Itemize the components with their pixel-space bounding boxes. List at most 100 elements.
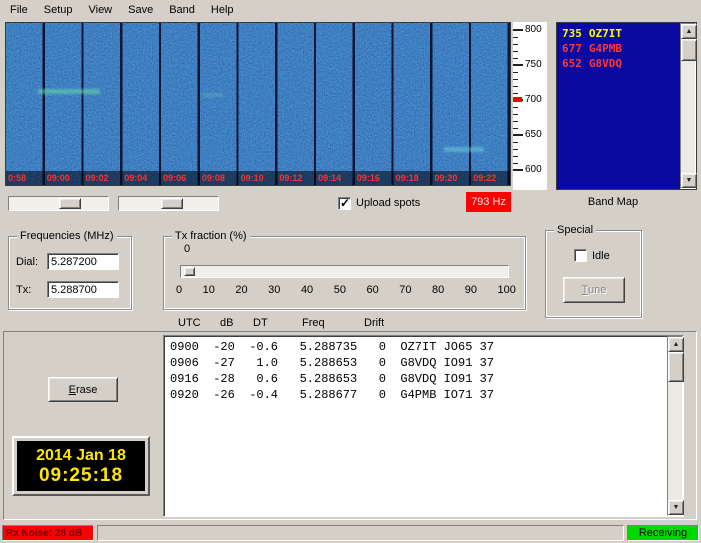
- scale-tick-label: 100: [497, 284, 516, 296]
- tx-fraction-group: Tx fraction (%) 0 0 10 20 30 40 50 60 70: [163, 230, 526, 310]
- decode-freq: 5.288653: [299, 372, 358, 386]
- upload-spots-checkbox[interactable]: [338, 196, 351, 210]
- decode-row[interactable]: 0920 -26 -0.4 5.288677 0 G4PMB IO71 37: [170, 387, 663, 403]
- band-map-panel: 735 OZ7IT 677 G4PMB 652 G8VDQ ▲ ▼: [556, 22, 697, 190]
- scale-label: 700: [513, 94, 547, 106]
- band-map-entry[interactable]: 652 G8VDQ: [562, 56, 676, 71]
- clock-display: 2014 Jan 18 09:25:18: [12, 436, 150, 496]
- scale-label: 800: [513, 24, 547, 36]
- band-map-entry[interactable]: 677 G4PMB: [562, 41, 676, 56]
- decode-utc: 0906: [170, 356, 199, 370]
- status-spacer: [97, 525, 624, 541]
- decode-lines: 0900 -20 -0.6 5.288735 0 OZ7IT JO65 37 0906 -2…: [170, 339, 663, 403]
- band-map-scrollbar[interactable]: ▲ ▼: [680, 23, 697, 189]
- time-label: 09:12: [279, 173, 303, 183]
- decode-dt: 0.6: [256, 372, 278, 386]
- tune-button[interactable]: Tune: [563, 277, 625, 303]
- menu-item[interactable]: Band: [161, 2, 203, 18]
- tx-fraction-value: 0: [184, 243, 191, 255]
- menu-item[interactable]: View: [80, 2, 120, 18]
- frequency-scale: 800 750 700 650 600: [513, 22, 547, 190]
- decode-scrollbar[interactable]: ▲ ▼: [667, 336, 684, 516]
- rx-frequency-marker-icon: [513, 97, 522, 102]
- erase-button[interactable]: Erase: [48, 377, 118, 402]
- time-label: 09:14: [318, 173, 342, 183]
- scrollbar-thumb[interactable]: [668, 352, 684, 382]
- tx-fraction-slider[interactable]: [180, 265, 509, 278]
- band-map-entry-freq: 677: [562, 42, 582, 55]
- decode-message: G8VDQ IO91 37: [400, 356, 495, 370]
- idle-checkbox[interactable]: [574, 249, 587, 262]
- decode-row[interactable]: 0916 -28 0.6 5.288653 0 G8VDQ IO91 37: [170, 371, 663, 387]
- decode-drift: 0: [378, 356, 386, 370]
- menu-item[interactable]: Save: [120, 2, 161, 18]
- time-label: 09:06: [163, 173, 187, 183]
- tx-fraction-group-title: Tx fraction (%): [172, 230, 250, 242]
- time-label: 09:18: [395, 173, 419, 183]
- scale-label: 750: [513, 59, 547, 71]
- decode-utc: 0916: [170, 372, 199, 386]
- scale-labels: 800 750 700 650 600: [513, 22, 547, 190]
- rx-frequency-readout: 793 Hz: [466, 192, 511, 212]
- decode-drift: 0: [378, 388, 386, 402]
- level-meter-left[interactable]: [8, 196, 109, 211]
- decode-utc: 0920: [170, 388, 199, 402]
- tx-fraction-slider-thumb[interactable]: [184, 267, 195, 276]
- upload-spots-control[interactable]: Upload spots: [338, 195, 420, 211]
- arrow-down-icon: ▼: [685, 177, 693, 184]
- scale-tick-label: 40: [300, 284, 314, 296]
- scroll-down-button[interactable]: ▼: [668, 500, 684, 515]
- scale-tick-label: 60: [366, 284, 379, 296]
- frequencies-group-title: Frequencies (MHz): [17, 230, 117, 242]
- dial-frequency-input[interactable]: [47, 253, 119, 270]
- band-map-title: Band Map: [587, 196, 639, 208]
- waterfall-segment-lines: [6, 23, 510, 185]
- scroll-down-button[interactable]: ▼: [681, 173, 697, 188]
- column-header: DT: [253, 317, 268, 329]
- decode-row[interactable]: 0906 -27 1.0 5.288653 0 G8VDQ IO91 37: [170, 355, 663, 371]
- decode-snr: -26: [213, 388, 235, 402]
- decode-dt: -0.4: [249, 388, 278, 402]
- decode-message: G4PMB IO71 37: [400, 388, 495, 402]
- status-bar: Rx Noise: 28 dB Receiving: [0, 523, 701, 543]
- decode-row[interactable]: 0900 -20 -0.6 5.288735 0 OZ7IT JO65 37: [170, 339, 663, 355]
- scrollbar-thumb[interactable]: [681, 39, 697, 61]
- tx-frequency-input[interactable]: [47, 281, 119, 298]
- time-label: 09:22: [473, 173, 497, 183]
- scroll-up-button[interactable]: ▲: [681, 24, 697, 39]
- band-map-entry[interactable]: 735 OZ7IT: [562, 26, 676, 41]
- decode-message: G8VDQ IO91 37: [400, 372, 495, 386]
- time-label: 0:58: [8, 173, 27, 183]
- menu-item[interactable]: Help: [203, 2, 242, 18]
- scale-tick-label: 30: [268, 284, 281, 296]
- waterfall-display[interactable]: 0:58 09:00 09:02 09:04 09:06 09:08 09:10…: [5, 22, 511, 186]
- dial-label: Dial:: [16, 255, 39, 268]
- menu-item[interactable]: Setup: [36, 2, 81, 18]
- scale-tick-label: 80: [432, 284, 445, 296]
- band-map-entries: 735 OZ7IT 677 G4PMB 652 G8VDQ: [562, 26, 676, 71]
- band-map-entry-call: G4PMB: [588, 42, 622, 55]
- band-map-entry-call: OZ7IT: [588, 27, 622, 40]
- level-meter-right[interactable]: [118, 196, 219, 211]
- time-label: 09:04: [124, 173, 148, 183]
- decode-drift: 0: [378, 372, 386, 386]
- tx-label: Tx:: [16, 283, 32, 296]
- arrow-down-icon: ▼: [672, 504, 680, 511]
- idle-control[interactable]: Idle: [574, 249, 610, 262]
- decode-utc: 0900: [170, 340, 199, 354]
- time-label: 09:20: [434, 173, 458, 183]
- meter-thumb[interactable]: [161, 198, 183, 209]
- decode-panel: Erase 2014 Jan 18 09:25:18 0900 -20 -0.6 5.…: [3, 331, 697, 520]
- meter-thumb[interactable]: [59, 198, 81, 209]
- time-label: 09:16: [356, 173, 380, 183]
- decode-dt: 1.0: [256, 356, 278, 370]
- scroll-up-button[interactable]: ▲: [668, 337, 684, 352]
- time-label: 09:00: [46, 173, 70, 183]
- scale-tick-label: 20: [235, 284, 248, 296]
- column-header: UTC: [178, 317, 201, 329]
- menu-item[interactable]: File: [2, 2, 36, 18]
- waterfall-time-labels: 0:58 09:00 09:02 09:04 09:06 09:08 09:10…: [6, 171, 510, 185]
- decode-message: OZ7IT JO65 37: [400, 340, 495, 354]
- decode-text-area[interactable]: 0900 -20 -0.6 5.288735 0 OZ7IT JO65 37 0906 -2…: [163, 335, 684, 517]
- arrow-up-icon: ▲: [685, 28, 693, 35]
